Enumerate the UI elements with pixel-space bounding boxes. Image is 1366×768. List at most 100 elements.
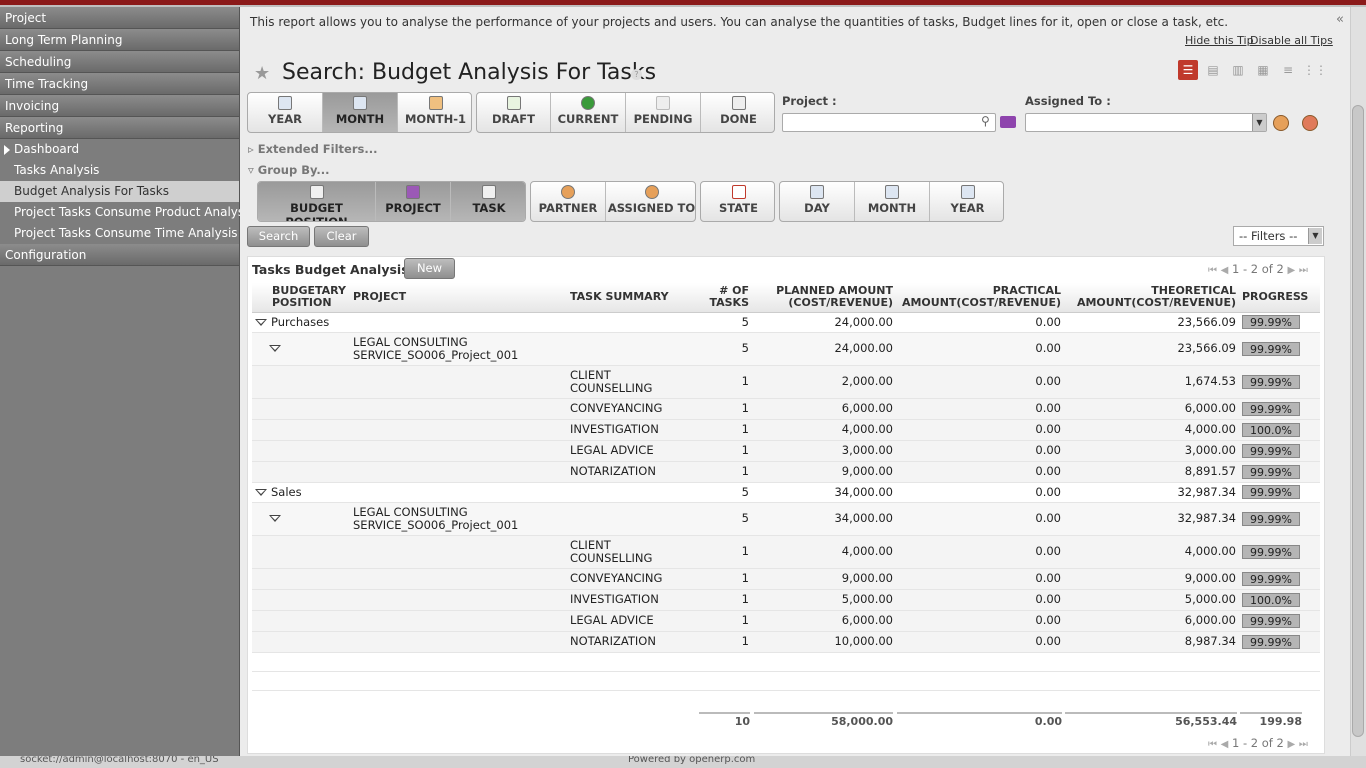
table-row[interactable]: NOTARIZATION 1 9,000.00 0.00 8,891.57 99.99%: [252, 461, 1320, 483]
list-view-icon[interactable]: ☰: [1178, 60, 1198, 80]
table-row[interactable]: CONVEYANCING 1 9,000.00 0.00 9,000.00 99.99%: [252, 568, 1320, 590]
sidebar-item-consume-time[interactable]: Project Tasks Consume Time Analysis: [0, 223, 239, 244]
sidebar-item-dashboard[interactable]: Dashboard: [0, 139, 239, 160]
filter-done-button[interactable]: DONE: [701, 93, 774, 132]
col-progress[interactable]: PROGRESS: [1239, 283, 1320, 313]
chevron-down-icon[interactable]: ▼: [1308, 228, 1322, 244]
progress-bar: 99.99%: [1242, 634, 1300, 649]
sidebar-item-budget-analysis[interactable]: Budget Analysis For Tasks: [0, 181, 239, 202]
group-row[interactable]: Sales 5 34,000.00 0.00 32,987.34 99.99%: [252, 482, 1320, 503]
table-row[interactable]: INVESTIGATION 1 5,000.00 0.00 5,000.00 100.0%: [252, 589, 1320, 611]
hide-tip-link[interactable]: Hide this Tip: [1185, 34, 1254, 47]
groupby-partner-button[interactable]: PARTNER: [531, 182, 606, 221]
form-view-icon[interactable]: ▤: [1203, 60, 1223, 80]
col-budgetary-position[interactable]: BUDGETARY POSITION: [252, 283, 350, 313]
first-page-icon[interactable]: ⏮: [1208, 739, 1217, 750]
groupby-budget-position-button[interactable]: BUDGET POSITION: [258, 182, 376, 221]
groupby-year-button[interactable]: YEAR: [930, 182, 1003, 221]
next-page-icon[interactable]: ▶: [1287, 265, 1295, 276]
menu-scheduling[interactable]: Scheduling: [0, 51, 239, 73]
table-row[interactable]: LEGAL ADVICE 1 6,000.00 0.00 6,000.00 99.99%: [252, 610, 1320, 632]
filter-draft-button[interactable]: DRAFT: [477, 93, 551, 132]
menu-configuration[interactable]: Configuration: [0, 244, 239, 266]
col-planned[interactable]: PLANNED AMOUNT (COST/REVENUE): [752, 283, 896, 313]
project-group-row[interactable]: LEGAL CONSULTING SERVICE_SO006_Project_00…: [252, 332, 1320, 366]
num-tasks-cell: 1: [689, 440, 752, 462]
help-icon[interactable]: ?: [631, 69, 642, 80]
sidebar-item-consume-product[interactable]: Project Tasks Consume Product Analysis: [0, 202, 254, 223]
groupby-day-button[interactable]: DAY: [780, 182, 855, 221]
practical-cell: 0.00: [896, 398, 1064, 420]
new-button[interactable]: New: [404, 258, 455, 279]
groupby-project-label: PROJECT: [385, 201, 441, 215]
prev-page-icon[interactable]: ◀: [1221, 265, 1229, 276]
folder-icon[interactable]: [1000, 116, 1016, 128]
scrollbar-thumb[interactable]: [1352, 105, 1364, 737]
filter-month-1-button[interactable]: MONTH-1: [398, 93, 471, 132]
col-task-summary[interactable]: TASK SUMMARY: [567, 283, 689, 313]
prev-page-icon[interactable]: ◀: [1221, 739, 1229, 750]
search-icon[interactable]: ⚲: [981, 114, 990, 128]
assigned-to-select[interactable]: [1025, 113, 1267, 132]
gantt-view-icon[interactable]: ≡: [1278, 60, 1298, 80]
grid-view-icon[interactable]: ⋮⋮: [1303, 60, 1327, 80]
progress-cell: 99.99%: [1239, 631, 1320, 653]
expand-triangle-icon[interactable]: [255, 488, 267, 496]
table-row[interactable]: CLIENT COUNSELLING 1 4,000.00 0.00 4,000.00 99…: [252, 535, 1320, 569]
col-theoretical[interactable]: THEORETICAL AMOUNT(COST/REVENUE): [1064, 283, 1239, 313]
project-input[interactable]: [782, 113, 996, 132]
last-page-icon[interactable]: ⏭: [1299, 265, 1308, 276]
groupby-state-button[interactable]: STATE: [701, 182, 774, 221]
planned-cell: 34,000.00: [752, 502, 896, 536]
groupby-month-button[interactable]: MONTH: [855, 182, 930, 221]
sidebar-item-tasks-analysis[interactable]: Tasks Analysis: [0, 160, 239, 181]
sidebar: Project Long Term Planning Scheduling Ti…: [0, 7, 254, 756]
group-by-toggle[interactable]: ▿ Group By...: [248, 163, 330, 177]
expand-triangle-icon[interactable]: [269, 515, 281, 522]
planned-cell: 6,000.00: [752, 398, 896, 420]
col-project[interactable]: PROJECT: [350, 283, 567, 313]
table-row[interactable]: CONVEYANCING 1 6,000.00 0.00 6,000.00 99.99%: [252, 398, 1320, 420]
col-num-tasks[interactable]: # OF TASKS: [689, 283, 752, 313]
num-tasks-cell: 5: [689, 312, 752, 333]
filter-current-button[interactable]: CURRENT: [551, 93, 626, 132]
first-page-icon[interactable]: ⏮: [1208, 265, 1217, 276]
search-button[interactable]: Search: [247, 226, 310, 247]
disable-tips-link[interactable]: Disable all Tips: [1250, 34, 1333, 47]
table-row[interactable]: LEGAL ADVICE 1 3,000.00 0.00 3,000.00 99.99%: [252, 440, 1320, 462]
table-row[interactable]: INVESTIGATION 1 4,000.00 0.00 4,000.00 100.0%: [252, 419, 1320, 441]
expand-triangle-icon[interactable]: [269, 345, 281, 352]
menu-long-term-planning[interactable]: Long Term Planning: [0, 29, 239, 51]
project-group-row[interactable]: LEGAL CONSULTING SERVICE_SO006_Project_00…: [252, 502, 1320, 536]
group-row[interactable]: Purchases 5 24,000.00 0.00 23,566.09 99.99%: [252, 312, 1320, 333]
menu-invoicing[interactable]: Invoicing: [0, 95, 239, 117]
extended-filters-toggle[interactable]: ▹ Extended Filters...: [248, 142, 377, 156]
filter-month-button[interactable]: MONTH: [323, 93, 398, 132]
next-page-icon[interactable]: ▶: [1287, 739, 1295, 750]
filter-pending-button[interactable]: PENDING: [626, 93, 701, 132]
user-remove-icon[interactable]: [1302, 115, 1318, 131]
calendar-view-icon[interactable]: ▦: [1253, 60, 1273, 80]
expand-triangle-icon[interactable]: [255, 318, 267, 326]
total-practical: 0.00: [897, 712, 1062, 728]
clear-button[interactable]: Clear: [314, 226, 369, 247]
chevron-down-icon[interactable]: ▼: [1252, 114, 1266, 131]
table-row[interactable]: CLIENT COUNSELLING 1 2,000.00 0.00 1,674.53 99…: [252, 365, 1320, 399]
user-icon[interactable]: [1273, 115, 1289, 131]
theoretical-cell: 9,000.00: [1064, 568, 1239, 590]
groupby-project-button[interactable]: PROJECT: [376, 182, 451, 221]
project-name-line2: SERVICE_SO006_Project_001: [353, 517, 519, 532]
col-practical[interactable]: PRACTICAL AMOUNT(COST/REVENUE): [896, 283, 1064, 313]
groupby-task-button[interactable]: TASK: [451, 182, 525, 221]
table-row[interactable]: NOTARIZATION 1 10,000.00 0.00 8,987.34 99.99%: [252, 631, 1320, 653]
filter-year-button[interactable]: YEAR: [248, 93, 323, 132]
graph-view-icon[interactable]: ▥: [1228, 60, 1248, 80]
star-icon[interactable]: ★: [254, 63, 270, 84]
menu-reporting[interactable]: Reporting: [0, 117, 239, 139]
groupby-assigned-to-button[interactable]: ASSIGNED TO: [606, 182, 695, 221]
menu-project[interactable]: Project: [0, 7, 239, 29]
menu-time-tracking[interactable]: Time Tracking: [0, 73, 239, 95]
task-summary-cell: INVESTIGATION: [567, 589, 689, 611]
last-page-icon[interactable]: ⏭: [1299, 739, 1308, 750]
collapse-icon[interactable]: «: [1336, 12, 1344, 27]
